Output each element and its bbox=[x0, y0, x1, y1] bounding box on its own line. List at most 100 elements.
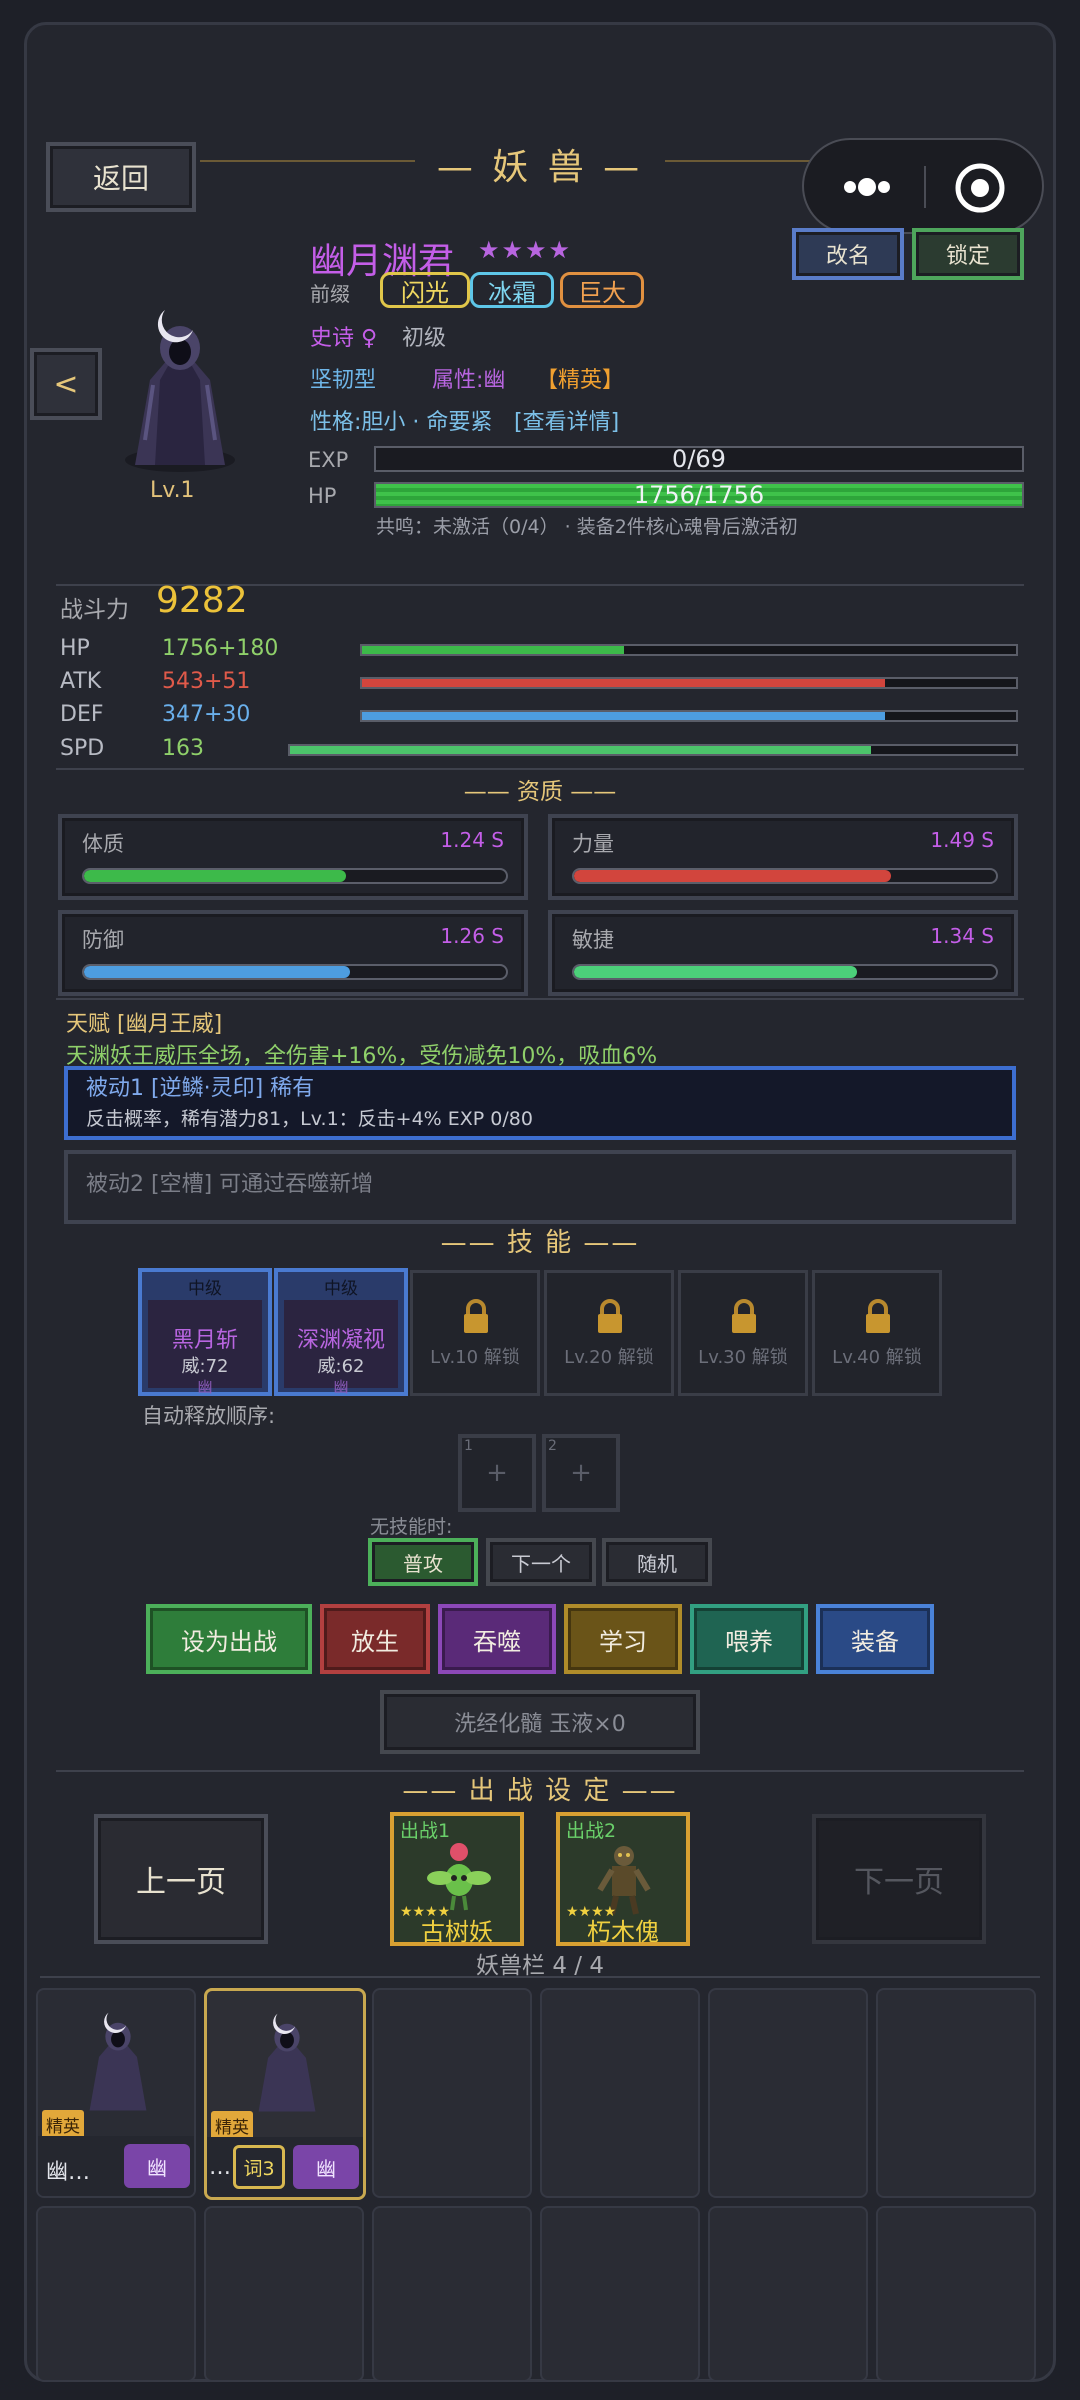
inventory-1-element: 幽 bbox=[124, 2144, 190, 2188]
elite-badge: 精英 bbox=[211, 2111, 253, 2140]
inventory-empty-slot[interactable] bbox=[708, 1988, 868, 2198]
stat-bar-hp bbox=[360, 644, 1018, 656]
order-slot-2[interactable]: 2 + bbox=[542, 1434, 620, 1512]
aptitude-constitution: 体质 1.24 S bbox=[58, 814, 528, 900]
personality: 性格:胆小 · 命要紧 bbox=[310, 410, 493, 435]
order-slot-2-plus: + bbox=[570, 1458, 592, 1488]
skill-2-grade: 中级 bbox=[324, 1279, 358, 1299]
inventory-empty-slot[interactable] bbox=[372, 2206, 532, 2382]
more-icon[interactable] bbox=[832, 170, 902, 204]
stat-name-hp: HP bbox=[60, 636, 90, 661]
wash-button[interactable]: 洗经化髓 玉液×0 bbox=[380, 1690, 700, 1754]
locked-skill-3[interactable]: Lv.30 解锁 bbox=[678, 1270, 808, 1396]
detail-link[interactable]: [查看详情] bbox=[514, 404, 619, 436]
passive-2-title: 被动2 [空槽] 可通过吞噬新增 bbox=[86, 1172, 374, 1197]
team-slot-1-name: 古树妖 bbox=[421, 1918, 493, 1946]
prev-page-button[interactable]: 上一页 bbox=[94, 1814, 268, 1944]
storage-capacity: 妖兽栏 4 / 4 bbox=[476, 1953, 604, 1979]
inventory-empty-slot[interactable] bbox=[540, 1988, 700, 2198]
monster-attribute: 属性:幽 bbox=[432, 368, 506, 393]
team-slot-2-name: 朽木傀 bbox=[587, 1918, 659, 1946]
locked-skill-4-text: Lv.40 解锁 bbox=[832, 1347, 922, 1368]
locked-skill-2-text: Lv.20 解锁 bbox=[564, 1347, 654, 1368]
release-button[interactable]: 放生 bbox=[320, 1604, 430, 1674]
target-icon[interactable] bbox=[954, 162, 1006, 214]
passive-1[interactable]: 被动1 [逆鳞·灵印] 稀有 反击概率，稀有潜力81，Lv.1：反击+4% EX… bbox=[64, 1066, 1016, 1140]
fallback-next[interactable]: 下一个 bbox=[486, 1538, 596, 1586]
exp-label: EXP bbox=[308, 448, 349, 472]
locked-skill-3-text: Lv.30 解锁 bbox=[698, 1347, 788, 1368]
skill-card-1[interactable]: 中级 黑月斩 威:72 幽 bbox=[138, 1268, 272, 1396]
devour-button[interactable]: 吞噬 bbox=[438, 1604, 556, 1674]
inventory-card-1[interactable]: 精英 幽… 幽 bbox=[36, 1988, 196, 2198]
divider-2 bbox=[56, 768, 1024, 770]
aptitude-defense: 防御 1.26 S bbox=[58, 910, 528, 996]
stat-name-atk: ATK bbox=[60, 669, 102, 694]
aptitude-agility-name: 敏捷 bbox=[572, 928, 614, 952]
locked-skill-2[interactable]: Lv.20 解锁 bbox=[544, 1270, 674, 1396]
inventory-empty-slot[interactable] bbox=[876, 1988, 1036, 2198]
elite-badge: 精英 bbox=[42, 2110, 84, 2139]
inventory-2-tag: 词3 bbox=[233, 2145, 285, 2189]
aptitude-constitution-bar bbox=[82, 868, 508, 884]
fallback-random[interactable]: 随机 bbox=[602, 1538, 712, 1586]
inventory-sprite bbox=[237, 2001, 337, 2125]
rename-button[interactable]: 改名 bbox=[792, 228, 904, 280]
equip-button[interactable]: 装备 bbox=[816, 1604, 934, 1674]
passive-2[interactable]: 被动2 [空槽] 可通过吞噬新增 bbox=[64, 1150, 1016, 1224]
next-page-button[interactable]: 下一页 bbox=[812, 1814, 986, 1944]
inventory-empty-slot[interactable] bbox=[204, 2206, 364, 2382]
aptitude-defense-name: 防御 bbox=[82, 928, 124, 952]
inventory-empty-slot[interactable] bbox=[876, 2206, 1036, 2382]
back-button[interactable]: 返回 bbox=[46, 142, 196, 212]
inventory-2-name: … bbox=[209, 2155, 231, 2180]
stat-name-spd: SPD bbox=[60, 736, 105, 761]
fallback-next-label: 下一个 bbox=[511, 1551, 571, 1576]
skill-1-element: 幽 bbox=[197, 1378, 213, 1396]
equip-button-label: 装备 bbox=[851, 1627, 899, 1656]
next-page-label: 下一页 bbox=[854, 1865, 944, 1900]
inventory-empty-slot[interactable] bbox=[36, 2206, 196, 2382]
locked-skill-4[interactable]: Lv.40 解锁 bbox=[812, 1270, 942, 1396]
lock-icon bbox=[595, 1299, 625, 1339]
inventory-empty-slot[interactable] bbox=[372, 1988, 532, 2198]
aptitude-constitution-grade: 1.24 S bbox=[440, 828, 504, 852]
back-button-label: 返回 bbox=[92, 162, 149, 195]
team-slot-2-label: 出战2 bbox=[566, 1820, 617, 1842]
stat-bar-fill bbox=[362, 712, 886, 720]
deploy-button[interactable]: 设为出战 bbox=[146, 1604, 312, 1674]
miniprogram-capsule bbox=[802, 138, 1044, 234]
order-slot-1-num: 1 bbox=[464, 1438, 473, 1454]
skill-2-power: 威:62 bbox=[317, 1356, 365, 1377]
inventory-sprite bbox=[68, 2000, 168, 2124]
lock-button[interactable]: 锁定 bbox=[912, 228, 1024, 280]
order-slot-1[interactable]: 1 + bbox=[458, 1434, 536, 1512]
team-slot-2[interactable]: 出战2 ★★★★ 朽木傀 bbox=[556, 1812, 690, 1946]
auto-order-label: 自动释放顺序: bbox=[142, 1404, 276, 1428]
skill-1-name: 黑月斩 bbox=[171, 1328, 238, 1353]
skills-title: —— 技 能 —— bbox=[440, 1228, 640, 1258]
elite-tag: 【精英】 bbox=[536, 368, 625, 393]
prefix-tag-flash: 闪光 bbox=[380, 272, 470, 308]
skill-card-2[interactable]: 中级 深渊凝视 威:62 幽 bbox=[274, 1268, 408, 1396]
team-slot-1-label: 出战1 bbox=[400, 1820, 451, 1842]
aptitude-agility: 敏捷 1.34 S bbox=[548, 910, 1018, 996]
page-title: — 妖 兽 — bbox=[436, 147, 644, 188]
inventory-card-2[interactable]: 精英 … 词3 幽 bbox=[204, 1988, 366, 2200]
feed-button[interactable]: 喂养 bbox=[690, 1604, 808, 1674]
stat-value-def: 347+30 bbox=[162, 702, 251, 727]
lock-icon bbox=[863, 1299, 893, 1339]
hp-value: 1756/1756 bbox=[633, 481, 765, 509]
learn-button[interactable]: 学习 bbox=[564, 1604, 682, 1674]
locked-skill-1[interactable]: Lv.10 解锁 bbox=[410, 1270, 540, 1396]
skill-2-name: 深渊凝视 bbox=[296, 1328, 385, 1353]
fallback-normal-attack[interactable]: 普攻 bbox=[368, 1538, 478, 1586]
skill-2-element: 幽 bbox=[333, 1378, 349, 1396]
team-slot-1[interactable]: 出战1 ★★★★ 古树妖 bbox=[390, 1812, 524, 1946]
aptitude-bar-fill bbox=[84, 966, 350, 978]
inventory-empty-slot[interactable] bbox=[708, 2206, 868, 2382]
rarity-gender: 史诗 ♀ bbox=[310, 326, 378, 351]
prev-monster-button[interactable]: < bbox=[30, 348, 102, 420]
aptitude-bar-fill bbox=[574, 966, 857, 978]
inventory-empty-slot[interactable] bbox=[540, 2206, 700, 2382]
